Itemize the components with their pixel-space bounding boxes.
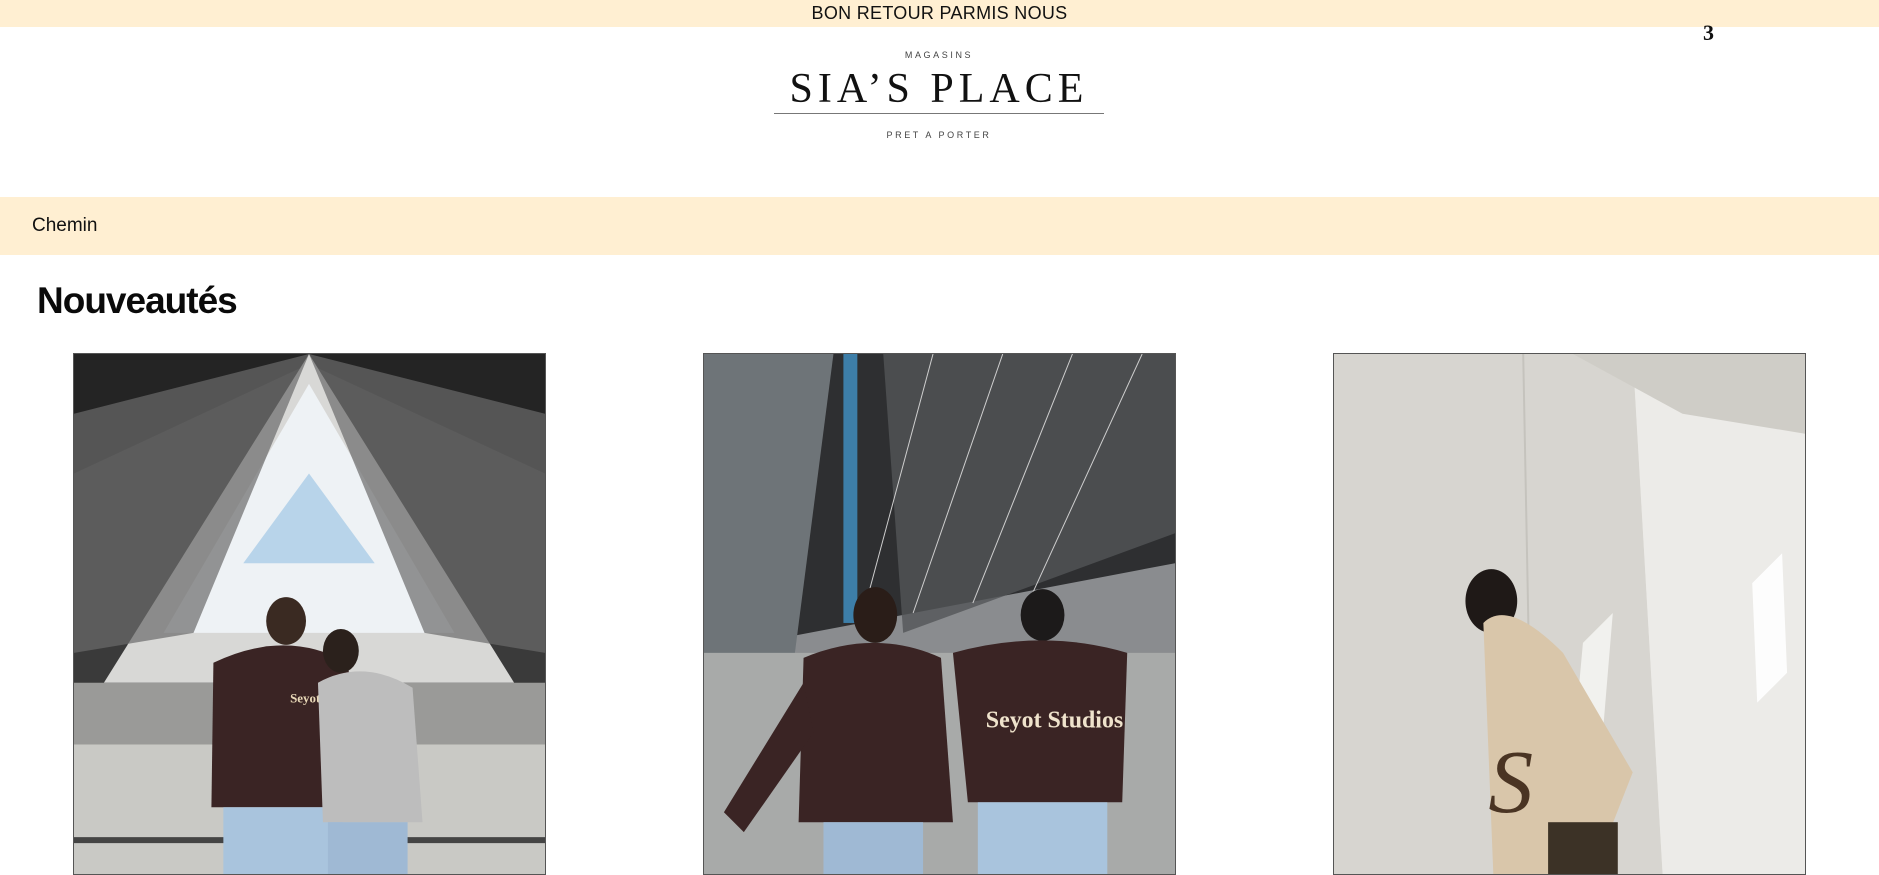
product-image-2: Seyot Studios <box>704 354 1175 874</box>
product-2-print: Seyot Studios <box>986 708 1123 734</box>
product-image-3: S <box>1334 354 1805 874</box>
logo-name: SIA’S PLACE <box>789 66 1089 112</box>
logo-bottom-text: PRET A PORTER <box>886 130 992 140</box>
breadcrumb: Chemin <box>0 197 1879 255</box>
logo-divider <box>774 113 1104 114</box>
product-card-2[interactable]: Seyot Studios <box>703 353 1176 875</box>
store-logo[interactable]: MAGASINS SIA’S PLACE PRET A PORTER <box>774 50 1104 150</box>
product-card-3[interactable]: S <box>1333 353 1806 875</box>
logo-top-text: MAGASINS <box>904 50 974 60</box>
announcement-text: BON RETOUR PARMIS NOUS <box>811 3 1068 23</box>
announcement-bar: BON RETOUR PARMIS NOUS <box>0 0 1879 27</box>
product-image-1: Seyot Studios <box>74 354 545 874</box>
product-3-print: S <box>1488 733 1533 832</box>
breadcrumb-label[interactable]: Chemin <box>32 215 97 237</box>
cart-count-badge[interactable]: 3 <box>1703 20 1714 46</box>
product-card-1[interactable]: Seyot Studios <box>73 353 546 875</box>
section-title: Nouveautés <box>37 280 238 321</box>
